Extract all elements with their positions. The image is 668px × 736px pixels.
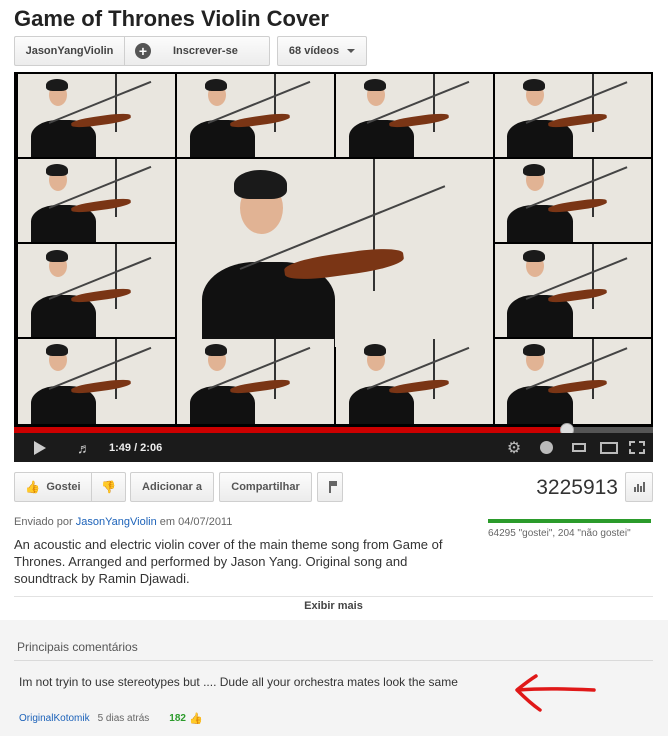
comment-likes: 182 [169, 713, 186, 724]
video-tile [495, 159, 651, 242]
bar-chart-icon [633, 487, 636, 492]
thumbs-down-icon: 👎 [101, 480, 116, 494]
time-display: 1:49 / 2:06 [109, 441, 163, 454]
volume-icon[interactable]: ♬ [70, 433, 98, 462]
watch-later-icon[interactable] [536, 433, 556, 462]
subscribe-label: Inscrever-se [173, 45, 238, 57]
video-description: An acoustic and electric violin cover of… [14, 537, 443, 586]
upload-info: Enviado por JasonYangViolin em 04/07/201… [14, 516, 232, 528]
video-tile [336, 74, 493, 157]
gear-icon[interactable]: ⚙ [504, 433, 524, 462]
videos-count-label: 68 vídeos [288, 45, 340, 57]
video-tile [18, 159, 175, 242]
video-tile [18, 244, 175, 337]
stats-button[interactable] [625, 472, 653, 502]
comment-text: Im not tryin to use stereotypes but ....… [19, 675, 458, 689]
small-player-icon[interactable] [567, 433, 591, 462]
comment-author[interactable]: OriginalKotomik [19, 713, 90, 724]
video-tile [495, 244, 651, 337]
video-tile [177, 74, 334, 157]
player-controls: ♬ 1:49 / 2:06 ⚙ [14, 433, 653, 462]
upload-date: em 04/07/2011 [159, 516, 233, 528]
video-tile [177, 339, 334, 424]
like-ratio-bar [488, 519, 651, 523]
like-ratio-fill [488, 519, 651, 523]
channel-button[interactable]: JasonYangViolin [14, 36, 124, 66]
video-tile [495, 74, 651, 157]
video-player[interactable]: ♬ 1:49 / 2:06 ⚙ [14, 72, 653, 462]
add-to-button[interactable]: Adicionar a [130, 472, 214, 502]
video-tile [336, 339, 493, 424]
video-tile [495, 339, 651, 424]
subscribe-button[interactable]: + Inscrever-se [124, 36, 270, 66]
share-button[interactable]: Compartilhar [219, 472, 312, 502]
caret-down-icon [347, 49, 356, 53]
comments-header: Principais comentários [17, 640, 138, 654]
thumbs-up-icon[interactable]: 👍 [189, 712, 203, 725]
like-button[interactable]: 👍 Gostei [14, 472, 92, 502]
like-ratio-text: 64295 "gostei", 204 "não gostei" [488, 528, 631, 539]
like-label: Gostei [46, 481, 81, 493]
flag-button[interactable] [317, 472, 343, 502]
large-player-icon[interactable] [597, 433, 621, 462]
show-more-button[interactable]: Exibir mais [14, 598, 653, 612]
comment-meta: OriginalKotomik 5 dias atrás 182 👍 [19, 712, 203, 725]
plus-icon: + [135, 43, 151, 59]
video-tile [18, 339, 175, 424]
play-icon[interactable] [30, 433, 50, 462]
thumbs-up-icon: 👍 [25, 480, 41, 494]
view-count: 3225913 [536, 476, 618, 499]
flag-icon [329, 481, 337, 493]
divider [14, 596, 653, 597]
bar-chart-icon [642, 482, 645, 492]
video-title: Game of Thrones Violin Cover [14, 6, 329, 31]
dislike-button[interactable]: 👎 [91, 472, 126, 502]
upload-prefix: Enviado por [14, 516, 73, 528]
bar-chart-icon [636, 484, 639, 492]
bar-chart-icon [639, 486, 642, 492]
comment-age: 5 dias atrás [97, 713, 150, 724]
channel-videos-dropdown[interactable]: 68 vídeos [277, 36, 367, 66]
fullscreen-icon[interactable] [626, 433, 648, 462]
red-arrow-annotation [515, 674, 596, 712]
uploader-link[interactable]: JasonYangViolin [76, 516, 157, 528]
divider [14, 660, 653, 661]
video-tile-main [177, 159, 493, 347]
video-tile [18, 74, 175, 157]
